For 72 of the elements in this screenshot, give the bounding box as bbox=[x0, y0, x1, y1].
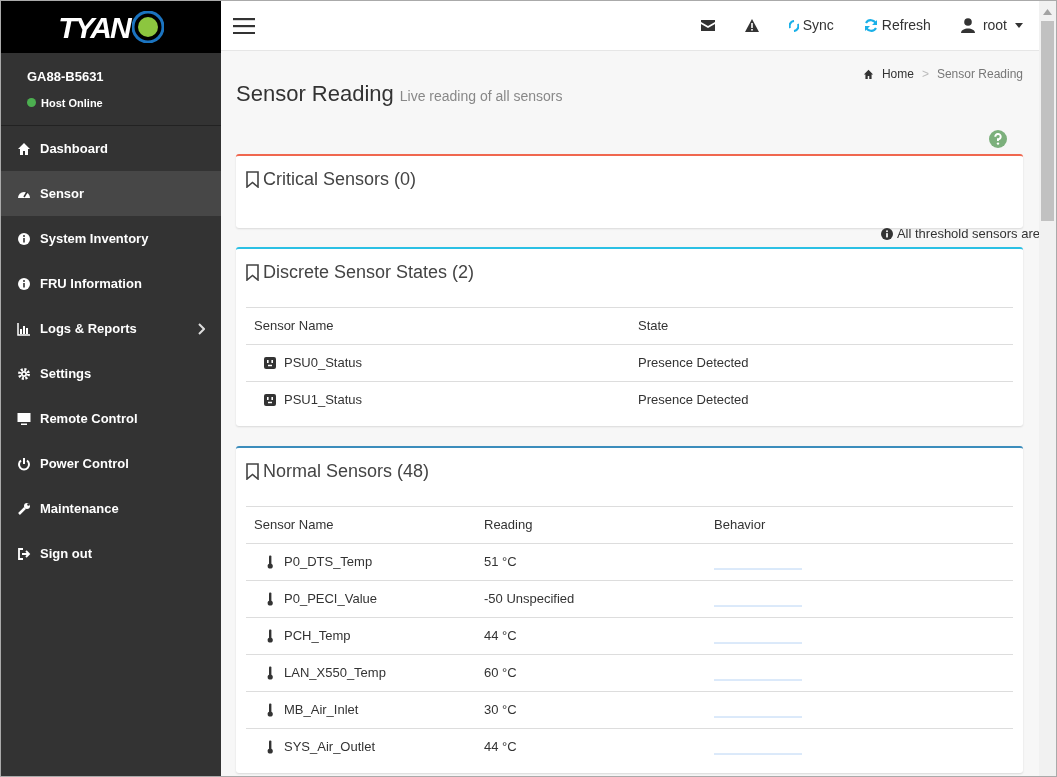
bookmark-icon bbox=[246, 463, 259, 480]
gear-icon bbox=[17, 366, 31, 381]
threshold-text: All threshold sensors are bbox=[896, 224, 1039, 243]
sensor-name: P0_DTS_Temp bbox=[284, 553, 373, 572]
home-icon bbox=[17, 141, 31, 156]
breadcrumb-current: Sensor Reading bbox=[936, 66, 1023, 83]
sensor-name: MB_Air_Inlet bbox=[284, 701, 359, 720]
sensor-state: Presence Detected bbox=[637, 391, 750, 410]
sidebar-item[interactable]: Sensor bbox=[1, 171, 221, 216]
sign-out-icon bbox=[17, 546, 31, 561]
info-icon bbox=[17, 276, 31, 291]
panel-title: Discrete Sensor States (2) bbox=[263, 261, 475, 284]
column-header: Reading bbox=[483, 516, 534, 535]
sensor-reading: 44 °C bbox=[483, 738, 518, 757]
sensor-name: PSU1_Status bbox=[284, 391, 363, 410]
envelope-icon[interactable] bbox=[700, 20, 715, 31]
sidebar-item[interactable]: System Inventory bbox=[1, 216, 221, 261]
panel-title: Critical Sensors (0) bbox=[263, 168, 417, 191]
sensor-name: SYS_Air_Outlet bbox=[284, 738, 376, 757]
column-header: State bbox=[637, 317, 670, 336]
sync-link[interactable]: Sync bbox=[788, 15, 834, 36]
bar-chart-icon bbox=[17, 321, 31, 336]
sidebar-item[interactable]: FRU Information bbox=[1, 261, 221, 306]
wrench-icon bbox=[17, 501, 31, 516]
plug-icon bbox=[264, 394, 276, 406]
scrollbar-thumb[interactable] bbox=[1041, 21, 1054, 221]
column-header: Sensor Name bbox=[253, 516, 335, 535]
host-name: GA88-B5631 bbox=[27, 68, 105, 86]
user-menu[interactable]: root bbox=[960, 15, 1023, 36]
warning-icon[interactable] bbox=[744, 19, 759, 32]
caret-icon bbox=[1015, 23, 1023, 28]
sensor-reading: 60 °C bbox=[483, 664, 518, 683]
sidebar-item[interactable]: Dashboard bbox=[1, 126, 221, 171]
sensor-name: PSU0_Status bbox=[284, 354, 363, 373]
column-header: Sensor Name bbox=[253, 317, 335, 336]
sidebar-item[interactable]: Remote Control bbox=[1, 396, 221, 441]
sensor-reading: -50 Unspecified bbox=[483, 590, 576, 609]
sensor-state: Presence Detected bbox=[637, 354, 750, 373]
scroll-up-icon[interactable] bbox=[1043, 9, 1052, 15]
help-icon[interactable] bbox=[989, 130, 1007, 148]
sensor-reading: 51 °C bbox=[483, 553, 518, 572]
chevron-right-icon bbox=[197, 322, 205, 335]
logo-icon bbox=[131, 11, 164, 43]
sensor-name: LAN_X550_Temp bbox=[284, 664, 386, 683]
page-title: Sensor Reading bbox=[236, 80, 394, 108]
panel-title: Normal Sensors (48) bbox=[263, 460, 430, 483]
refresh-link[interactable]: Refresh bbox=[863, 15, 931, 36]
sensor-name: PCH_Temp bbox=[284, 627, 351, 646]
sidebar-item[interactable]: Maintenance bbox=[1, 486, 221, 531]
home-icon bbox=[862, 69, 874, 79]
power-icon bbox=[17, 456, 31, 471]
sidebar-item[interactable]: Power Control bbox=[1, 441, 221, 486]
plug-icon bbox=[264, 357, 276, 369]
sidebar-item[interactable]: Logs & Reports bbox=[1, 306, 221, 351]
sensor-reading: 30 °C bbox=[483, 701, 518, 720]
logo-text: TYAN bbox=[58, 9, 130, 46]
breadcrumb-separator: > bbox=[921, 66, 929, 83]
user-icon bbox=[960, 18, 975, 33]
sidebar-item[interactable]: Sign out bbox=[1, 531, 221, 576]
host-status: Host Online bbox=[41, 95, 103, 111]
info-icon bbox=[17, 231, 31, 246]
sensor-reading: 44 °C bbox=[483, 627, 518, 646]
sidebar-item[interactable]: Settings bbox=[1, 351, 221, 396]
breadcrumb-link[interactable]: Home bbox=[862, 65, 914, 83]
page-subtitle: Live reading of all sensors bbox=[399, 87, 563, 106]
bookmark-icon bbox=[246, 264, 259, 281]
column-header: Behavior bbox=[713, 516, 767, 535]
refresh-icon bbox=[863, 19, 878, 32]
bookmark-icon bbox=[246, 171, 259, 188]
monitor-icon bbox=[17, 411, 31, 426]
sensor-name: P0_PECI_Value bbox=[284, 590, 377, 609]
sync-icon bbox=[788, 19, 799, 32]
